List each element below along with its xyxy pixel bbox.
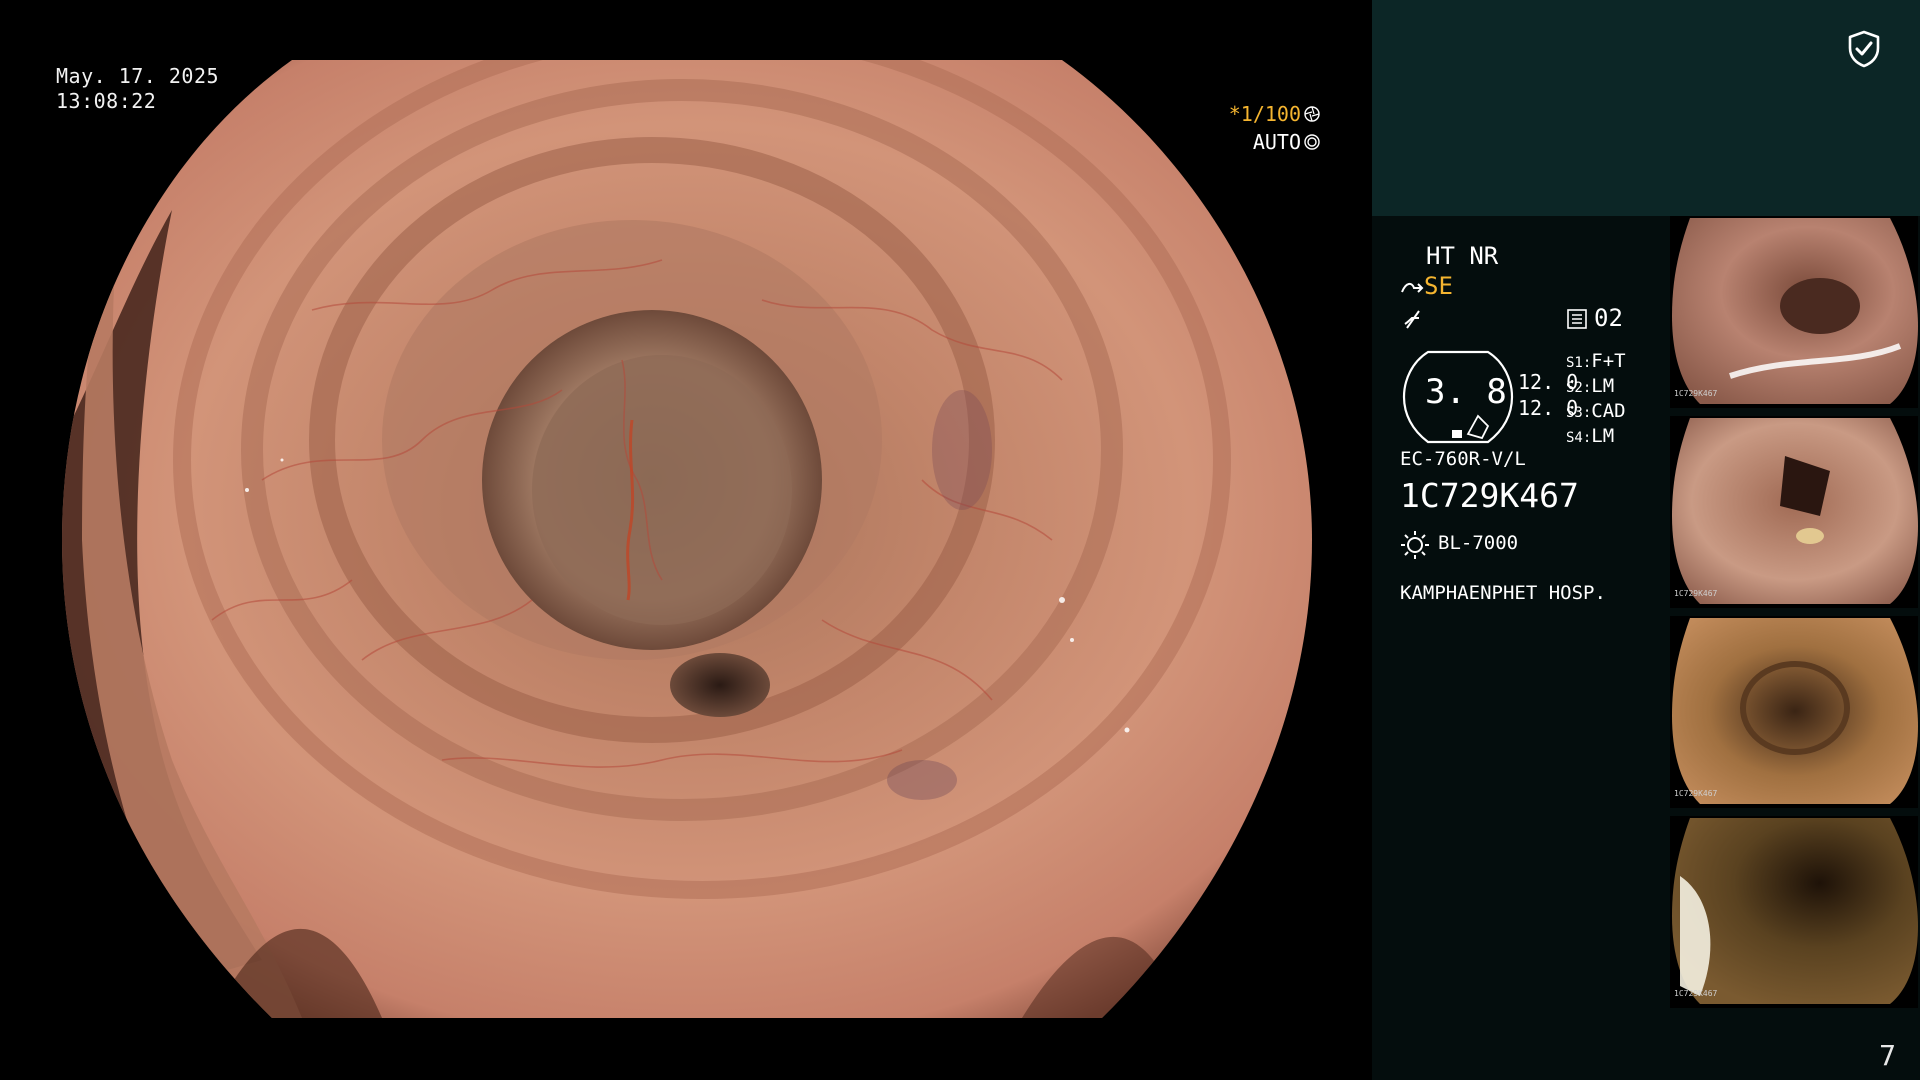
- colon-endoscopic-image: [62, 60, 1312, 1018]
- scope-model: EC-760R-V/L: [1400, 448, 1526, 470]
- page-number: 7: [1879, 1039, 1896, 1072]
- hospital-name: KAMPHAENPHET HOSP.: [1400, 582, 1606, 604]
- thumbnail-3[interactable]: 1C729K467: [1670, 616, 1918, 808]
- sun-icon: [1401, 531, 1429, 559]
- dial-icon: [1304, 134, 1320, 150]
- thumbnail-4[interactable]: 1C729K467: [1670, 816, 1918, 1008]
- exposure-overlay: *1/100 AUTO: [1180, 100, 1320, 156]
- scope-serial: 1C729K467: [1400, 476, 1579, 515]
- thumbnail-2[interactable]: 1C729K467: [1670, 416, 1918, 608]
- light-source: BL-7000: [1438, 532, 1519, 554]
- scope-info-block: HT NR SE 02 3. 8 12. 0 12. 0 S1:F+T S2:L…: [1400, 240, 1690, 640]
- mode-label: HT NR: [1426, 242, 1499, 270]
- memory-slot: 02: [1594, 304, 1623, 332]
- time-text: 13:08:22: [56, 89, 157, 113]
- setting-row: S2:LM: [1566, 375, 1615, 397]
- shield-check-icon: [1848, 30, 1880, 68]
- info-side-panel: HT NR SE 02 3. 8 12. 0 12. 0 S1:F+T S2:L…: [1372, 0, 1920, 1080]
- datetime-overlay: May. 17. 2025 13:08:22: [56, 64, 219, 114]
- panel-header: [1372, 0, 1920, 216]
- thumbnail-serial: 1C729K467: [1674, 589, 1718, 598]
- scope-icon: [1401, 282, 1424, 293]
- thumbnail-serial: 1C729K467: [1674, 389, 1718, 398]
- lightning-icon: [1404, 310, 1420, 329]
- thumbnail-serial: 1C729K467: [1674, 989, 1718, 998]
- setting-row: S3:CAD: [1566, 400, 1626, 422]
- setting-row: S4:LM: [1566, 425, 1615, 447]
- thumbnail-1[interactable]: 1C729K467: [1670, 216, 1918, 408]
- capture-thumbnails: 1C729K467 1C729K467 1C729K467 1C729K467: [1670, 216, 1920, 1016]
- main-endoscope-view: May. 17. 2025 13:08:22 *1/100 AUTO: [0, 0, 1372, 1080]
- date-text: May. 17. 2025: [56, 64, 220, 88]
- memory-icon: [1567, 309, 1587, 329]
- se-mode: SE: [1424, 272, 1453, 300]
- shutter-speed: *1/100: [1228, 102, 1301, 126]
- setting-row: S1:F+T: [1566, 350, 1626, 372]
- thumbnail-serial: 1C729K467: [1674, 789, 1718, 798]
- gauge-value: 3. 8: [1425, 372, 1507, 412]
- exposure-mode: AUTO: [1252, 130, 1301, 154]
- aperture-icon: [1304, 106, 1320, 122]
